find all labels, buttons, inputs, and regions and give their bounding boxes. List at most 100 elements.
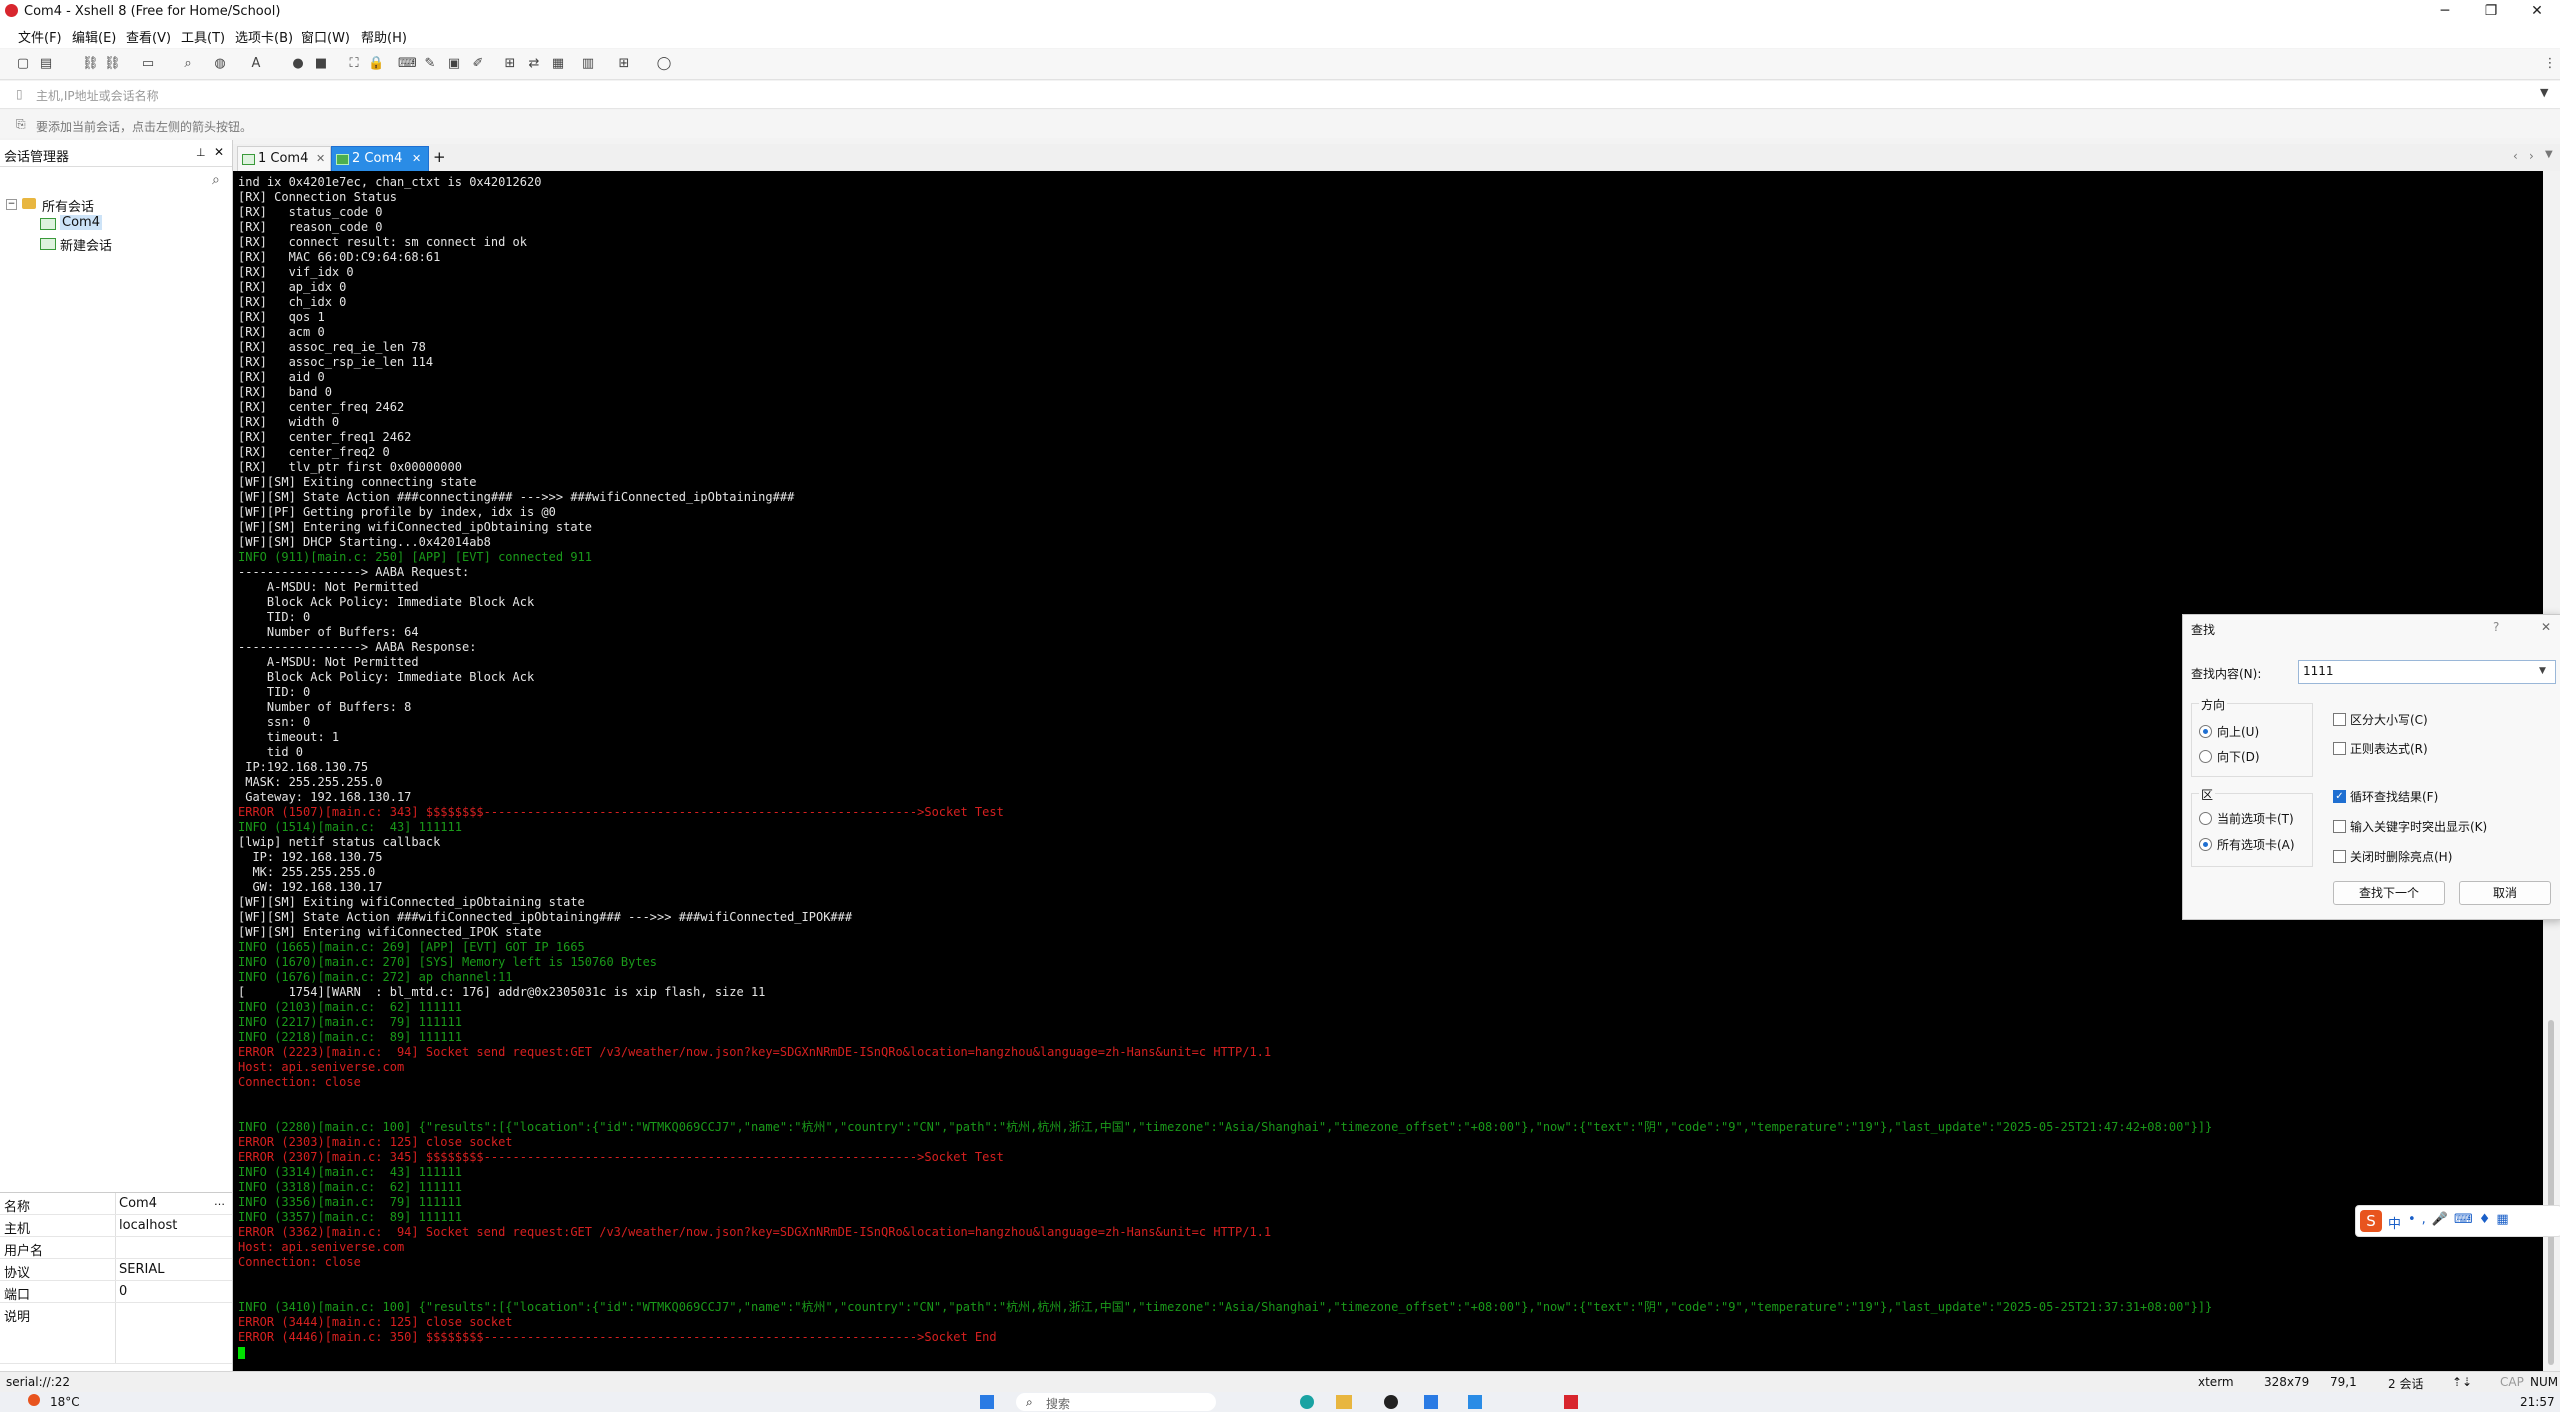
regex-label[interactable]: 正则表达式(R) bbox=[2350, 740, 2428, 757]
layout-icon[interactable]: ▥ bbox=[580, 56, 596, 71]
case-sensitive-checkbox[interactable] bbox=[2333, 713, 2346, 726]
windows-start-icon[interactable] bbox=[980, 1395, 994, 1409]
cancel-button[interactable]: 取消 bbox=[2459, 881, 2551, 905]
all-tabs-label[interactable]: 所有选项卡(A) bbox=[2217, 836, 2295, 853]
pin-icon[interactable]: ⊥ bbox=[196, 146, 206, 159]
tab-1-com4[interactable]: 1 Com4 ✕ bbox=[237, 146, 331, 171]
keyboard-icon[interactable]: ⌨ bbox=[398, 56, 417, 71]
transfer-icon[interactable]: ⇄ bbox=[526, 56, 542, 71]
clear-highlight-checkbox[interactable] bbox=[2333, 850, 2346, 863]
new-tab-button[interactable]: + bbox=[433, 148, 446, 166]
weather-icon[interactable] bbox=[28, 1394, 40, 1406]
lock-icon[interactable]: 🔒 bbox=[368, 56, 384, 71]
chevron-down-icon[interactable]: ▼ bbox=[2539, 666, 2546, 676]
disconnect-icon[interactable]: ⛓ bbox=[104, 56, 121, 71]
case-sensitive-label[interactable]: 区分大小写(C) bbox=[2350, 711, 2428, 728]
github-icon[interactable] bbox=[1384, 1395, 1398, 1409]
tab-2-com4[interactable]: 2 Com4 ✕ bbox=[331, 146, 429, 172]
tab-list-icon[interactable]: ▼ bbox=[2545, 149, 2553, 160]
help-icon[interactable]: ◯ bbox=[656, 56, 672, 71]
ime-mode-label[interactable]: 中 bbox=[2388, 1213, 2401, 1232]
clear-highlight-label[interactable]: 关闭时删除亮点(H) bbox=[2350, 848, 2452, 865]
compose-icon[interactable]: ✎ bbox=[422, 56, 438, 71]
tree-item-all-sessions[interactable]: 所有会话 bbox=[42, 196, 94, 215]
close-window-button[interactable]: ✕ bbox=[2514, 0, 2560, 22]
tab-close-icon[interactable]: ✕ bbox=[412, 147, 421, 171]
menu-tabs[interactable]: 选项卡(B) bbox=[235, 27, 293, 46]
tab-scroll-right-icon[interactable]: › bbox=[2529, 149, 2534, 163]
terminal-line: [RX] Connection Status bbox=[238, 190, 397, 204]
close-panel-icon[interactable]: ✕ bbox=[214, 145, 224, 159]
wrap-label[interactable]: 循环查找结果(F) bbox=[2350, 788, 2438, 805]
explorer-icon[interactable] bbox=[1336, 1395, 1352, 1409]
status-arrows-icon[interactable]: ⇡⇣ bbox=[2452, 1375, 2472, 1389]
close-dialog-icon[interactable]: ✕ bbox=[2541, 620, 2551, 634]
open-folder-icon[interactable]: ▤ bbox=[38, 56, 54, 71]
address-lock-icon: ▯ bbox=[16, 87, 23, 101]
address-bar[interactable]: ▯ 主机,IP地址或会话名称 ▼ bbox=[0, 81, 2560, 109]
xshell-taskbar-icon[interactable] bbox=[1564, 1395, 1578, 1409]
terminal-line: INFO (2103)[main.c: 62] 111111 bbox=[238, 1000, 462, 1014]
xmanager-icon[interactable]: ■ bbox=[313, 56, 329, 71]
tree-item-com4[interactable]: Com4 bbox=[60, 215, 102, 230]
current-tab-radio[interactable] bbox=[2199, 812, 2212, 825]
terminal-line: ERROR (3362)[main.c: 94] Socket send req… bbox=[238, 1225, 1272, 1239]
menu-help[interactable]: 帮助(H) bbox=[361, 27, 407, 46]
current-tab-label[interactable]: 当前选项卡(T) bbox=[2217, 810, 2294, 827]
xftp-icon[interactable]: ● bbox=[290, 56, 306, 71]
terminal-line: [WF][SM] State Action ###wifiConnected_i… bbox=[238, 910, 853, 924]
grid-icon[interactable]: ⊞ bbox=[616, 56, 632, 71]
edge-icon[interactable] bbox=[1300, 1395, 1314, 1409]
fullscreen-icon[interactable]: ⛶ bbox=[346, 56, 362, 71]
expand-icon[interactable]: − bbox=[6, 199, 17, 210]
menu-window[interactable]: 窗口(W) bbox=[301, 27, 350, 46]
chat-icon[interactable]: ▦ bbox=[550, 56, 566, 71]
globe-icon[interactable]: ◍ bbox=[212, 56, 228, 71]
ime-tools-icon[interactable]: •,🎤⌨♦▦ bbox=[2408, 1212, 2515, 1227]
vscode-icon[interactable] bbox=[1468, 1395, 1482, 1409]
address-dropdown-icon[interactable]: ▼ bbox=[2540, 86, 2548, 99]
scrollbar-thumb[interactable] bbox=[2548, 1020, 2554, 1365]
tree-item-new-session[interactable]: 新建会话 bbox=[60, 235, 112, 254]
property-value: 0 bbox=[119, 1284, 128, 1299]
all-tabs-radio[interactable] bbox=[2199, 838, 2212, 851]
tab-scroll-left-icon[interactable]: ‹ bbox=[2513, 149, 2518, 163]
menu-edit[interactable]: 编辑(E) bbox=[72, 27, 116, 46]
log-icon[interactable]: ✐ bbox=[470, 56, 486, 71]
search-icon[interactable]: ⌕ bbox=[212, 172, 220, 188]
direction-up-label[interactable]: 向上(U) bbox=[2217, 723, 2259, 740]
new-session-icon[interactable]: ▢ bbox=[15, 56, 31, 71]
find-dialog: 查找 ? ✕ 查找内容(N): 1111 ▼ 方向 向上(U) 向下(D) 区 … bbox=[2182, 614, 2560, 920]
sogou-icon[interactable]: S bbox=[2360, 1210, 2382, 1232]
add-arrow-icon[interactable]: ⎘ bbox=[16, 117, 26, 132]
find-icon[interactable]: ⌕ bbox=[180, 56, 196, 71]
menu-bar: 文件(F) 编辑(E) 查看(V) 工具(T) 选项卡(B) 窗口(W) 帮助(… bbox=[0, 22, 2560, 48]
script-icon[interactable]: ▣ bbox=[446, 56, 462, 71]
more-button[interactable]: … bbox=[214, 1195, 225, 1208]
highlight-label[interactable]: 输入关键字时突出显示(K) bbox=[2350, 818, 2487, 835]
maximize-button[interactable]: ❐ bbox=[2468, 0, 2514, 22]
app-icon[interactable] bbox=[1424, 1395, 1438, 1409]
add-session-icon[interactable]: ⊞ bbox=[502, 56, 518, 71]
wrap-checkbox[interactable]: ✓ bbox=[2333, 790, 2346, 803]
address-input[interactable]: 主机,IP地址或会话名称 bbox=[36, 87, 159, 104]
taskbar-search[interactable]: ⌕ 搜索 bbox=[1016, 1393, 1216, 1411]
direction-up-radio[interactable] bbox=[2199, 725, 2212, 738]
find-next-button[interactable]: 查找下一个 bbox=[2333, 881, 2445, 905]
minimize-button[interactable]: ─ bbox=[2422, 0, 2468, 22]
regex-checkbox[interactable] bbox=[2333, 742, 2346, 755]
tab-close-icon[interactable]: ✕ bbox=[316, 147, 325, 171]
highlight-checkbox[interactable] bbox=[2333, 820, 2346, 833]
menu-tools[interactable]: 工具(T) bbox=[181, 27, 225, 46]
find-input[interactable]: 1111 ▼ bbox=[2298, 660, 2556, 684]
menu-view[interactable]: 查看(V) bbox=[126, 27, 171, 46]
new-window-icon[interactable]: ▭ bbox=[140, 56, 156, 71]
connect-icon[interactable]: ⛓ bbox=[82, 56, 99, 71]
toolbar-overflow-icon[interactable]: ⋮ bbox=[2542, 56, 2558, 71]
terminal-line: [RX] MAC 66:0D:C9:64:68:61 bbox=[238, 250, 441, 264]
direction-down-radio[interactable] bbox=[2199, 750, 2212, 763]
direction-down-label[interactable]: 向下(D) bbox=[2217, 748, 2260, 765]
font-icon[interactable]: A bbox=[248, 56, 264, 71]
menu-file[interactable]: 文件(F) bbox=[18, 27, 62, 46]
help-icon[interactable]: ? bbox=[2493, 620, 2499, 634]
